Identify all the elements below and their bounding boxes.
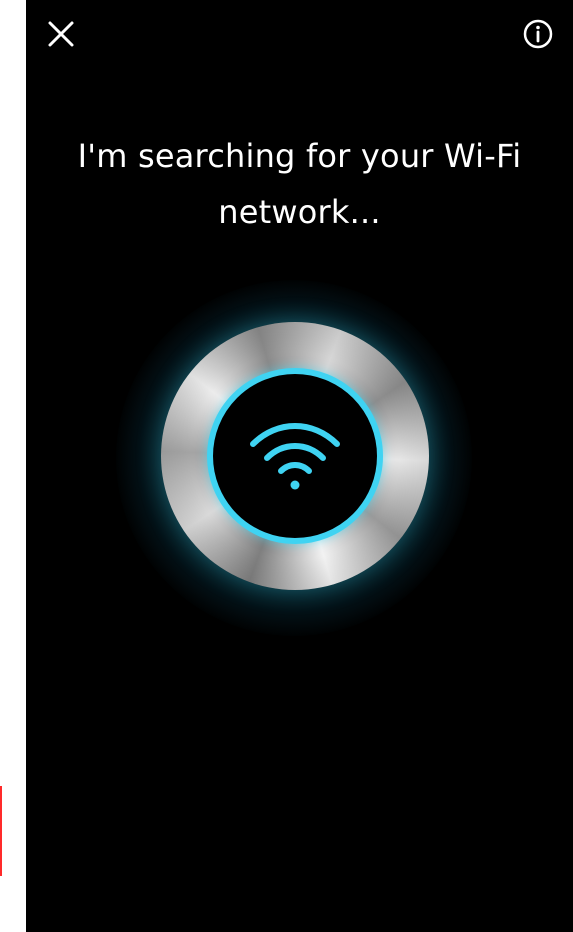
page-title: I'm searching for your Wi-Fi network... [77,137,522,231]
wifi-icon [247,414,343,498]
info-button[interactable] [520,18,556,54]
search-screen: I'm searching for your Wi-Fi network... [26,0,573,932]
wifi-search-button[interactable] [207,368,383,544]
close-button[interactable] [43,18,79,54]
close-icon [47,20,75,52]
info-icon [522,18,554,54]
left-marker [0,786,2,876]
